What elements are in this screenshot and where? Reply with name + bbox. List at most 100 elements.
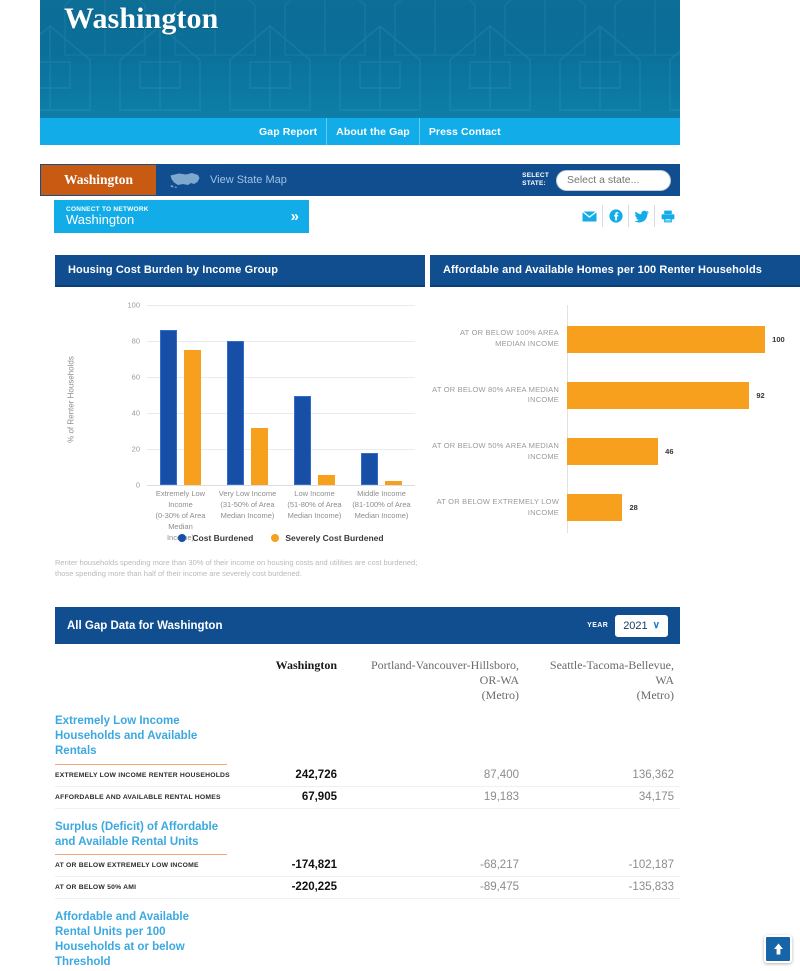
nav-item-gap-report[interactable]: Gap Report <box>250 118 326 145</box>
table-cell: -135,833 <box>628 881 674 894</box>
table-cell: -68,217 <box>479 859 519 872</box>
select-state-input[interactable] <box>556 169 671 191</box>
bar-group <box>214 305 281 485</box>
table-row-label: EXTREMELY LOW INCOME RENTER HOUSEHOLDS <box>55 771 230 779</box>
bar-row: AT OR BELOW EXTREMELY LOW INCOME 28 <box>430 480 792 536</box>
bar-row-label: AT OR BELOW 100% AREA MEDIAN INCOME <box>460 328 559 349</box>
bar-row-label: AT OR BELOW 50% AREA MEDIAN INCOME <box>432 440 559 461</box>
bar-row-bar-wrap: 100 <box>567 325 792 353</box>
bar-group <box>348 305 415 485</box>
table-row: AT OR BELOW EXTREMELY LOW INCOME -174,821… <box>55 855 680 877</box>
nav-item-press-contact[interactable]: Press Contact <box>418 118 510 145</box>
table-body: Extremely Low Income Households and Avai… <box>55 703 680 971</box>
table-cell: 19,183 <box>483 791 519 804</box>
facebook-share-button[interactable] <box>602 205 628 227</box>
email-share-button[interactable] <box>576 205 602 227</box>
hero-banner: Washington <box>40 0 680 118</box>
data-table-title: All Gap Data for Washington <box>67 619 223 632</box>
bar-cost-burdened[interactable] <box>160 330 177 485</box>
select-state-label: SELECT STATE: <box>522 171 549 187</box>
bar[interactable] <box>567 325 766 353</box>
chevron-double-right-icon: » <box>290 208 299 225</box>
bar[interactable] <box>567 494 623 522</box>
bar[interactable] <box>567 438 659 466</box>
view-state-map-link[interactable]: View State Map <box>156 165 522 195</box>
print-icon <box>661 210 674 222</box>
table-cell: 34,175 <box>638 791 674 804</box>
chevron-down-icon: ∨ <box>652 620 660 631</box>
legend-item-cost-burdened: Cost Burdened <box>178 533 253 543</box>
bar-severely-cost-burdened[interactable] <box>385 481 402 485</box>
col-header-portland-metro: Portland-Vancouver-Hillsboro, OR-WA (Metr… <box>370 658 519 702</box>
bar-row: AT OR BELOW 100% AREA MEDIAN INCOME 100 <box>430 311 792 367</box>
legend-label: Cost Burdened <box>192 533 254 543</box>
facebook-icon <box>608 209 623 223</box>
bar-severely-cost-burdened[interactable] <box>318 475 335 485</box>
chart-card-affordable-available-homes: Affordable and Available Homes per 100 R… <box>430 255 800 552</box>
table-row-label: AFFORDABLE AND AVAILABLE RENTAL HOMES <box>55 793 221 801</box>
vertical-bar-chart: % of Renter Households 0 20 40 60 80 100 Extr… <box>55 287 425 552</box>
bar-row: AT OR BELOW 50% AREA MEDIAN INCOME 46 <box>430 424 792 480</box>
chart-title: Affordable and Available Homes per 100 R… <box>443 264 762 276</box>
y-axis-tick: 60 <box>131 372 140 382</box>
table-section-title: Surplus (Deficit) of Affordable and Avai… <box>55 809 227 855</box>
bar-row-label: AT OR BELOW 80% AREA MEDIAN INCOME <box>432 384 559 405</box>
table-section-title: Extremely Low Income Households and Avai… <box>55 703 227 765</box>
view-state-map-label: View State Map <box>210 174 287 186</box>
grid-line: 0 <box>136 481 415 490</box>
print-button[interactable] <box>654 205 680 227</box>
arrow-up-icon <box>773 943 783 955</box>
table-cell: -174,821 <box>291 859 337 872</box>
nav-item-about-the-gap[interactable]: About the Gap <box>326 118 419 145</box>
year-select[interactable]: 2021 ∨ <box>615 614 668 637</box>
legend-swatch-blue <box>178 534 187 542</box>
bar-cost-burdened[interactable] <box>227 341 244 485</box>
bar-rows: AT OR BELOW 100% AREA MEDIAN INCOME 100 AT … <box>430 311 792 536</box>
chart-card-housing-cost-burden: Housing Cost Burden by Income Group % of… <box>55 255 425 552</box>
bar-cost-burdened[interactable] <box>361 452 378 485</box>
y-axis-label: % of Renter Households <box>66 356 76 443</box>
table-cell: 87,400 <box>483 769 519 782</box>
col-header-blank <box>55 658 233 703</box>
email-icon <box>581 210 597 221</box>
primary-nav: Gap Report About the Gap Press Contact <box>40 118 680 145</box>
connect-to-network-button[interactable]: CONNECT TO NETWORK Washington » <box>54 200 309 233</box>
chart-footnote: Renter households spending more than 30%… <box>55 558 418 578</box>
bar-value-label: 100 <box>772 334 785 344</box>
gap-data-table: Washington Portland-Vancouver-Hillsboro,… <box>55 652 680 971</box>
bar[interactable] <box>567 381 750 409</box>
year-label: YEAR <box>587 622 609 629</box>
year-value: 2021 <box>623 619 648 632</box>
table-row-label: AT OR BELOW 50% AMI <box>55 883 137 891</box>
scroll-to-top-button[interactable] <box>764 935 792 963</box>
social-share-group <box>576 205 680 227</box>
bar-cost-burdened[interactable] <box>294 395 311 485</box>
bar-severely-cost-burdened[interactable] <box>251 428 268 485</box>
col-header-washington: Washington <box>275 658 337 672</box>
page-title: Washington <box>64 2 219 35</box>
legend-label: Severely Cost Burdened <box>285 533 384 543</box>
table-row-label: AT OR BELOW EXTREMELY LOW INCOME <box>55 861 199 869</box>
connect-network-name: Washington <box>66 211 135 227</box>
bar-row-bar-wrap: 92 <box>567 381 792 409</box>
chart-title: Housing Cost Burden by Income Group <box>68 264 279 276</box>
bar-group <box>281 305 348 485</box>
chart-header: Housing Cost Burden by Income Group <box>55 255 425 287</box>
bar-severely-cost-burdened[interactable] <box>184 350 201 485</box>
plot-area: 0 20 40 60 80 100 <box>127 301 415 490</box>
chart-legend: Cost Burdened Severely Cost Burdened <box>147 533 415 543</box>
table-cell: 67,905 <box>301 791 337 804</box>
twitter-share-button[interactable] <box>628 205 654 227</box>
y-axis-tick: 20 <box>131 444 140 454</box>
bar-value-label: 28 <box>629 503 638 513</box>
table-row: EXTREMELY LOW INCOME RENTER HOUSEHOLDS 24… <box>55 765 680 787</box>
bar-row: AT OR BELOW 80% AREA MEDIAN INCOME 92 <box>430 367 792 423</box>
table-cell: 136,362 <box>632 769 674 782</box>
table-row: AT OR BELOW 50% AMI -220,225 -89,475 -135,8… <box>55 877 680 899</box>
table-cell: -220,225 <box>291 881 337 894</box>
twitter-icon <box>634 210 649 222</box>
table-cell: -102,187 <box>628 859 674 872</box>
table-section-title: Affordable and Available Rental Units pe… <box>55 899 227 971</box>
bar-group <box>147 305 214 485</box>
y-axis-tick: 100 <box>127 300 140 310</box>
